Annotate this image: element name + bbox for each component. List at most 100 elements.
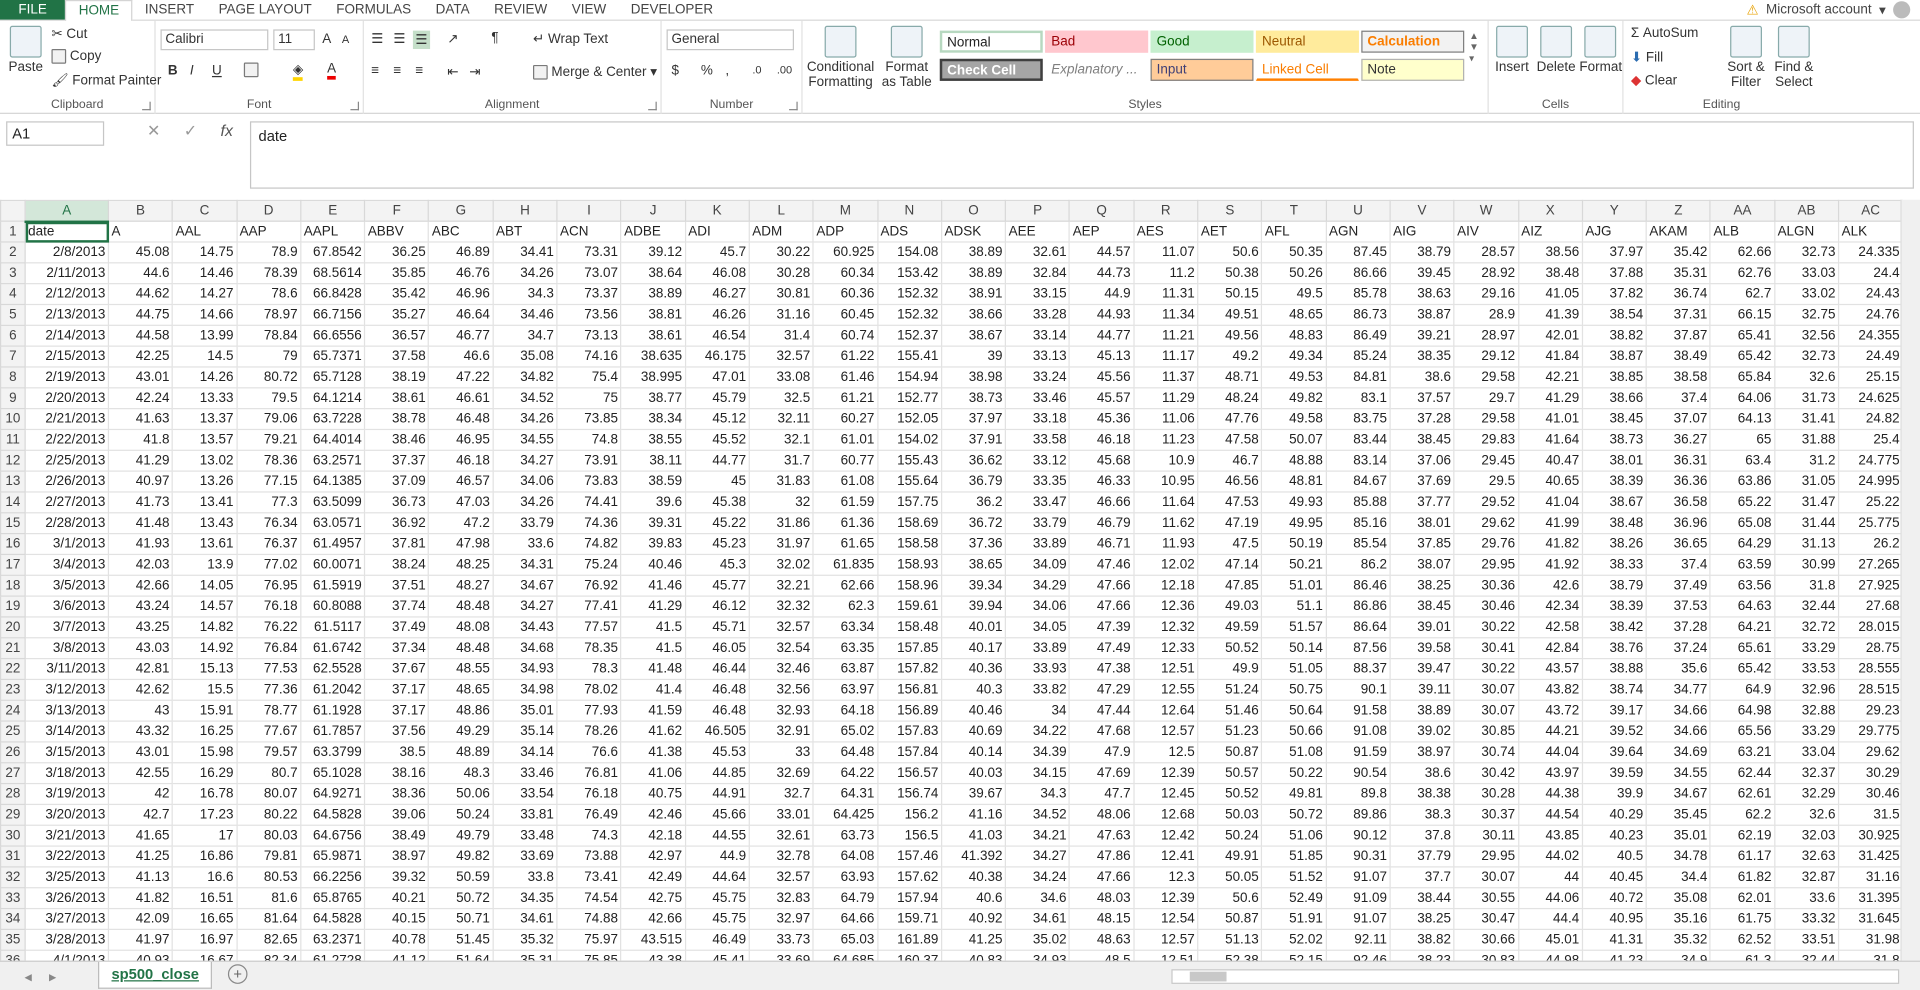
cell[interactable]: 29.58 [1453, 408, 1519, 431]
cell[interactable]: 61.6742 [300, 637, 366, 660]
cell[interactable]: 31.44 [1773, 512, 1840, 535]
cell[interactable]: 30.07 [1453, 678, 1519, 701]
cell[interactable]: 158.96 [876, 574, 943, 597]
format-painter-button[interactable]: 🖌 Format Painter [51, 72, 161, 88]
cell[interactable]: 31.395 [1837, 887, 1904, 910]
cell[interactable]: 45.13 [1069, 345, 1135, 368]
dialog-launcher-icon[interactable] [350, 101, 360, 111]
cell[interactable]: 62.66 [1709, 241, 1776, 264]
cell[interactable]: 91.59 [1325, 741, 1391, 764]
cell[interactable]: 75.97 [556, 928, 622, 951]
cell[interactable]: 34.67 [492, 574, 558, 597]
cell[interactable]: 46.76 [428, 262, 494, 285]
cell[interactable]: 37.31 [1645, 303, 1712, 326]
cell[interactable]: 11.2 [1133, 262, 1199, 285]
cell[interactable]: 63.59 [1709, 553, 1776, 576]
cell[interactable]: 61.01 [812, 428, 879, 451]
cell[interactable]: 38.89 [620, 283, 686, 306]
cell[interactable]: 83.75 [1325, 408, 1391, 431]
cell[interactable]: 38.73 [940, 387, 1007, 410]
cell[interactable]: 41.31 [1581, 928, 1647, 951]
cell[interactable]: 37.4 [1645, 387, 1712, 410]
cell[interactable]: 41.25 [940, 928, 1007, 951]
cell[interactable]: 73.83 [556, 470, 622, 493]
cell[interactable]: 37.49 [364, 616, 430, 639]
cell[interactable]: 34.26 [492, 408, 558, 431]
cell[interactable]: 35.6 [1645, 657, 1712, 681]
cell[interactable]: 37.97 [940, 408, 1007, 431]
cell[interactable]: date [24, 220, 110, 243]
cell[interactable]: 64.66 [812, 907, 879, 931]
cell[interactable]: 91.58 [1325, 699, 1391, 722]
cell[interactable]: 37.51 [364, 574, 430, 597]
cell[interactable]: 48.3 [428, 762, 494, 785]
column-header[interactable]: T [1261, 199, 1327, 222]
increase-decimal-button[interactable]: .0 [752, 64, 761, 76]
cell[interactable]: 82.34 [235, 949, 302, 961]
cell[interactable]: 41.84 [1517, 345, 1583, 368]
cell[interactable]: 34.3 [492, 283, 558, 306]
cell[interactable]: 74.8 [556, 428, 622, 451]
cell[interactable]: 45.79 [684, 387, 750, 410]
cell[interactable]: 45.22 [684, 512, 750, 535]
cell[interactable]: 35.02 [1004, 928, 1071, 951]
cell[interactable]: 46.54 [684, 324, 750, 347]
cell[interactable]: 66.6556 [300, 324, 366, 347]
cell[interactable]: 29.62 [1453, 512, 1519, 535]
cell[interactable]: 30.81 [748, 283, 814, 306]
cell[interactable]: 80.22 [235, 803, 302, 826]
cell[interactable]: ADS [876, 220, 943, 243]
cell[interactable]: 42.97 [620, 845, 686, 868]
cell[interactable]: 37.28 [1645, 616, 1712, 639]
cell[interactable]: 49.95 [1261, 512, 1327, 535]
cell[interactable]: 50.52 [1197, 782, 1263, 806]
cell[interactable]: 41.12 [364, 949, 430, 961]
cell[interactable]: 50.35 [1261, 241, 1327, 264]
cell[interactable]: 50.6 [1197, 241, 1263, 264]
cell[interactable]: 48.86 [428, 699, 494, 722]
cell[interactable]: 33.29 [1773, 637, 1840, 660]
tab-insert[interactable]: INSERT [133, 0, 207, 20]
cell[interactable]: 38.34 [620, 408, 686, 431]
cell[interactable]: 30.83 [1453, 949, 1519, 961]
cell[interactable]: 155.41 [876, 345, 943, 368]
cell[interactable]: 46.7 [1197, 449, 1263, 472]
cell[interactable]: 48.27 [428, 574, 494, 597]
cell[interactable]: 75.4 [556, 366, 622, 389]
cell[interactable]: 40.69 [940, 720, 1007, 743]
cell[interactable]: 46.96 [428, 283, 494, 306]
cell[interactable]: 52.15 [1261, 949, 1327, 961]
cell[interactable]: 30.07 [1453, 699, 1519, 722]
cell[interactable]: 12.33 [1133, 637, 1199, 660]
cell[interactable]: 46.48 [684, 678, 750, 701]
cell[interactable]: 34.82 [492, 366, 558, 389]
cell[interactable]: 61.2042 [300, 678, 366, 701]
cell[interactable]: 11.07 [1133, 241, 1199, 264]
copy-button[interactable]: Copy [51, 49, 101, 64]
cell[interactable]: 13.61 [171, 533, 238, 556]
cell[interactable]: 48.5 [1069, 949, 1135, 961]
cell[interactable]: 35.01 [492, 699, 558, 722]
cell[interactable]: 50.05 [1197, 866, 1263, 889]
cell[interactable]: 31.98 [1837, 928, 1904, 951]
cell[interactable]: 48.88 [1261, 449, 1327, 472]
style-input[interactable]: Input [1150, 58, 1254, 81]
cell[interactable]: 159.61 [876, 595, 943, 618]
cell[interactable]: 63.2571 [300, 449, 366, 472]
cell[interactable]: 2/26/2013 [24, 470, 110, 493]
cell[interactable]: 45.08 [107, 241, 174, 264]
cell[interactable]: 39.47 [1389, 657, 1455, 681]
cell[interactable]: 13.33 [171, 387, 238, 410]
cell[interactable]: 42.55 [107, 762, 174, 785]
cell[interactable]: 61.835 [812, 553, 879, 576]
cell[interactable]: 78.3 [556, 657, 622, 681]
cell[interactable]: 79.06 [235, 408, 302, 431]
cell[interactable]: 40.45 [1581, 866, 1647, 889]
cell[interactable]: 40.46 [940, 699, 1007, 722]
cell[interactable]: 77.57 [556, 616, 622, 639]
cell[interactable]: 30.99 [1773, 553, 1840, 576]
cell[interactable]: 48.06 [1069, 803, 1135, 826]
cell[interactable]: 33.46 [492, 762, 558, 785]
font-color-button[interactable]: A [327, 61, 337, 80]
row-header[interactable]: 32 [0, 866, 26, 889]
